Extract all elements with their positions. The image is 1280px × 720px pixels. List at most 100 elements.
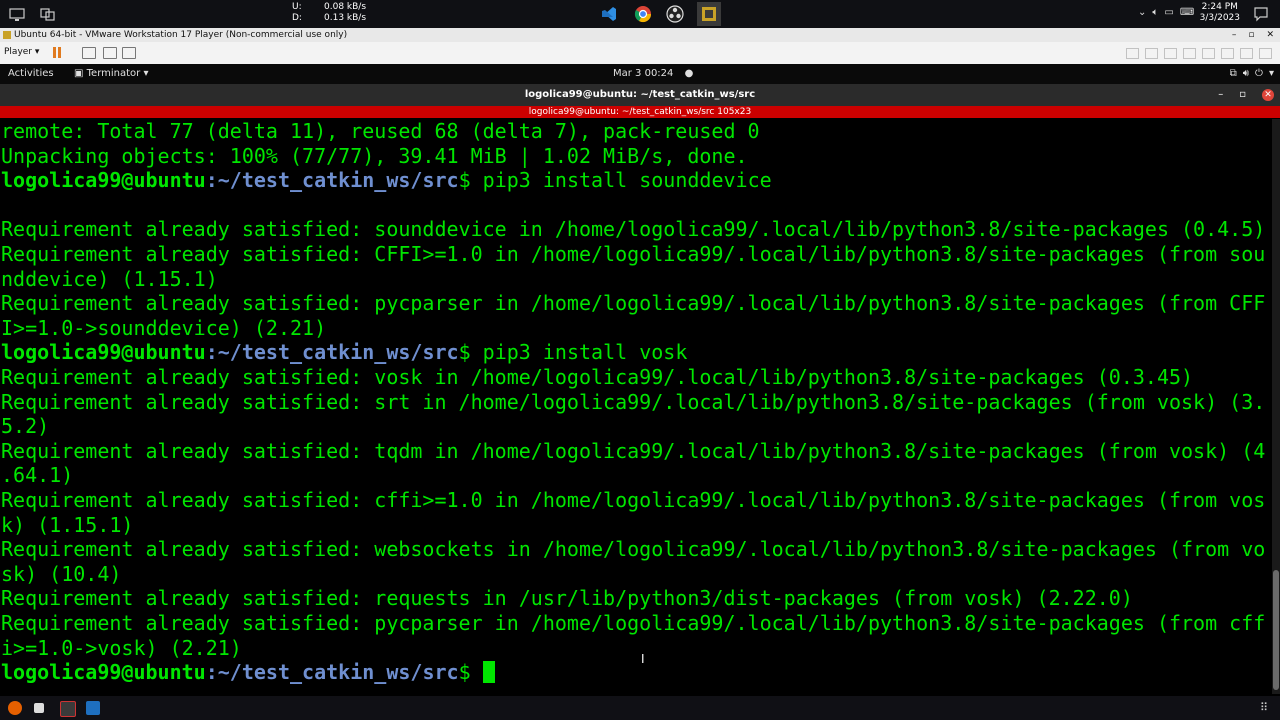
terminal-icon: ▣ bbox=[74, 68, 84, 79]
device-display-icon[interactable] bbox=[1240, 48, 1253, 59]
window-close-icon[interactable]: ✕ bbox=[1262, 89, 1274, 101]
device-hdd-icon[interactable] bbox=[1126, 48, 1139, 59]
keyboard-icon[interactable]: ⌨︎ bbox=[1180, 7, 1194, 18]
gnome-top-bar: Activities ▣ Terminator ▾ Mar 3 00:24 ● … bbox=[0, 64, 1280, 84]
clock-time: 2:24 PM bbox=[1201, 2, 1238, 12]
speaker-icon: 🔊︎ bbox=[1242, 68, 1250, 79]
prompt-user: logolica99@ubuntu bbox=[1, 340, 206, 365]
chevron-down-icon: ▾ bbox=[1268, 68, 1274, 79]
chevron-up-icon[interactable]: ⌄ bbox=[1138, 7, 1146, 18]
text-cursor-icon: I bbox=[641, 652, 645, 666]
output-line: .64.1) bbox=[1, 463, 74, 488]
vmware-title-bar: Ubuntu 64-bit - VMware Workstation 17 Pl… bbox=[0, 28, 1280, 42]
gnome-system-menu[interactable]: ⧉ 🔊︎ ⏻ ▾ bbox=[1230, 64, 1274, 84]
vmware-window-title: Ubuntu 64-bit - VMware Workstation 17 Pl… bbox=[14, 30, 348, 40]
terminal-cursor bbox=[482, 661, 495, 684]
output-line: Requirement already satisfied: requests … bbox=[1, 586, 1133, 611]
chrome-icon[interactable] bbox=[634, 5, 652, 23]
terminal-tab-title: logolica99@ubuntu: ~/test_catkin_ws/src … bbox=[0, 106, 1280, 118]
prompt-user: logolica99@ubuntu bbox=[1, 168, 206, 193]
system-tray: ⌄ 🔈︎ ▭ ⌨︎ bbox=[1138, 7, 1194, 18]
output-line: 5.2) bbox=[1, 414, 50, 439]
clock-date: 3/3/2023 bbox=[1199, 13, 1240, 23]
device-sound-icon[interactable] bbox=[1202, 48, 1215, 59]
unity-icon[interactable] bbox=[122, 47, 136, 59]
power-icon: ⏻ bbox=[1255, 68, 1263, 79]
command-text: pip3 install sounddevice bbox=[482, 168, 772, 193]
output-line: i>=1.0->vosk) (2.21) bbox=[1, 635, 242, 660]
close-icon[interactable]: ✕ bbox=[1266, 28, 1274, 42]
upload-value: 0.08 kB/s bbox=[324, 2, 367, 12]
vmware-icon[interactable] bbox=[697, 2, 721, 26]
firefox-icon[interactable] bbox=[8, 701, 22, 715]
output-line: k) (1.15.1) bbox=[1, 512, 134, 537]
window-minimize-icon[interactable]: – bbox=[1218, 84, 1223, 106]
message-log-icon[interactable] bbox=[1259, 48, 1272, 59]
files-icon[interactable] bbox=[34, 703, 44, 713]
obs-icon[interactable] bbox=[666, 5, 684, 23]
device-usb-icon[interactable] bbox=[1183, 48, 1196, 59]
prompt-symbol: $ bbox=[458, 340, 483, 365]
desktop-icon[interactable] bbox=[8, 5, 26, 23]
prompt-path: :~/test_catkin_ws/src bbox=[205, 168, 459, 193]
system-clock[interactable]: 2:24 PM 3/3/2023 bbox=[1200, 2, 1240, 24]
terminal-scrollbar-thumb[interactable] bbox=[1273, 570, 1279, 690]
vscode-taskbar-icon[interactable] bbox=[86, 701, 100, 715]
terminator-window-title: logolica99@ubuntu: ~/test_catkin_ws/src bbox=[524, 89, 756, 100]
upload-label: U: bbox=[292, 2, 302, 12]
prompt-line: logolica99@ubuntu:~/test_catkin_ws/src$ … bbox=[1, 168, 772, 193]
player-menu[interactable]: Player ▾ bbox=[4, 47, 39, 57]
output-line: Requirement already satisfied: srt in /h… bbox=[1, 389, 1266, 414]
prompt-path: :~/test_catkin_ws/src bbox=[205, 660, 459, 685]
output-line: nddevice) (1.15.1) bbox=[1, 266, 218, 291]
output-line: Requirement already satisfied: cffi>=1.0… bbox=[1, 488, 1266, 512]
maximize-icon[interactable]: ▫ bbox=[1248, 28, 1254, 42]
device-network-icon[interactable] bbox=[1164, 48, 1177, 59]
window-maximize-icon[interactable]: ▫ bbox=[1239, 84, 1246, 106]
network-wired-icon: ⧉ bbox=[1229, 68, 1237, 79]
prompt-line: logolica99@ubuntu:~/test_catkin_ws/src$ bbox=[1, 660, 495, 685]
output-line: Requirement already satisfied: pycparser… bbox=[1, 291, 1266, 316]
output-line: sk) (10.4) bbox=[1, 561, 122, 586]
prompt-symbol: $ bbox=[458, 168, 483, 193]
output-line: Requirement already satisfied: pycparser… bbox=[1, 611, 1266, 635]
send-ctrl-alt-del-icon[interactable] bbox=[82, 47, 96, 59]
output-line: I>=1.0->sounddevice) (2.21) bbox=[1, 315, 327, 340]
output-line: Requirement already satisfied: CFFI>=1.0… bbox=[1, 242, 1266, 266]
notification-icon[interactable] bbox=[1252, 5, 1270, 23]
terminator-taskbar-icon[interactable] bbox=[60, 701, 76, 717]
windows-bottom-taskbar: ⠿ bbox=[0, 696, 1280, 720]
terminal-output[interactable]: remote: Total 77 (delta 11), reused 68 (… bbox=[0, 119, 1272, 694]
windows-top-taskbar: U: 0.08 kB/s D: 0.13 kB/s ⌄ 🔈︎ ▭ ⌨︎ 2:24 P… bbox=[0, 0, 1280, 28]
fullscreen-icon[interactable] bbox=[103, 47, 117, 59]
download-value: 0.13 kB/s bbox=[324, 13, 367, 23]
command-text: pip3 install vosk bbox=[482, 340, 688, 365]
device-printer-icon[interactable] bbox=[1221, 48, 1234, 59]
output-line: Requirement already satisfied: vosk in /… bbox=[1, 365, 1194, 389]
activities-button[interactable]: Activities bbox=[8, 64, 54, 84]
gnome-datetime[interactable]: Mar 3 00:24 ● bbox=[613, 64, 693, 84]
network-speed-widget: U: 0.08 kB/s D: 0.13 kB/s bbox=[292, 2, 366, 24]
output-line: Unpacking objects: 100% (77/77), 39.41 M… bbox=[1, 143, 748, 168]
output-line: Requirement already satisfied: sounddevi… bbox=[1, 217, 1266, 242]
terminator-title-bar: logolica99@ubuntu: ~/test_catkin_ws/src … bbox=[0, 84, 1280, 106]
pause-icon[interactable] bbox=[52, 47, 62, 58]
task-view-icon[interactable] bbox=[38, 5, 56, 23]
vmware-logo-icon bbox=[3, 31, 11, 39]
prompt-path: :~/test_catkin_ws/src bbox=[205, 340, 459, 365]
vscode-icon[interactable] bbox=[600, 5, 618, 23]
device-cd-icon[interactable] bbox=[1145, 48, 1158, 59]
app-menu-terminator[interactable]: ▣ Terminator ▾ bbox=[74, 64, 148, 84]
vmware-toolbar: Player ▾ bbox=[0, 42, 1280, 65]
prompt-line: logolica99@ubuntu:~/test_catkin_ws/src$ … bbox=[1, 340, 687, 365]
volume-icon[interactable]: 🔈︎ bbox=[1152, 7, 1158, 18]
download-label: D: bbox=[292, 13, 302, 23]
network-icon[interactable]: ▭ bbox=[1164, 7, 1173, 18]
output-line: remote: Total 77 (delta 11), reused 68 (… bbox=[1, 119, 760, 143]
prompt-user: logolica99@ubuntu bbox=[1, 660, 206, 685]
minimize-icon[interactable]: – bbox=[1232, 28, 1237, 42]
output-line: Requirement already satisfied: websocket… bbox=[1, 537, 1266, 562]
prompt-symbol: $ bbox=[458, 660, 483, 685]
output-line: Requirement already satisfied: tqdm in /… bbox=[1, 438, 1266, 463]
app-grid-icon[interactable]: ⠿ bbox=[1260, 701, 1274, 715]
